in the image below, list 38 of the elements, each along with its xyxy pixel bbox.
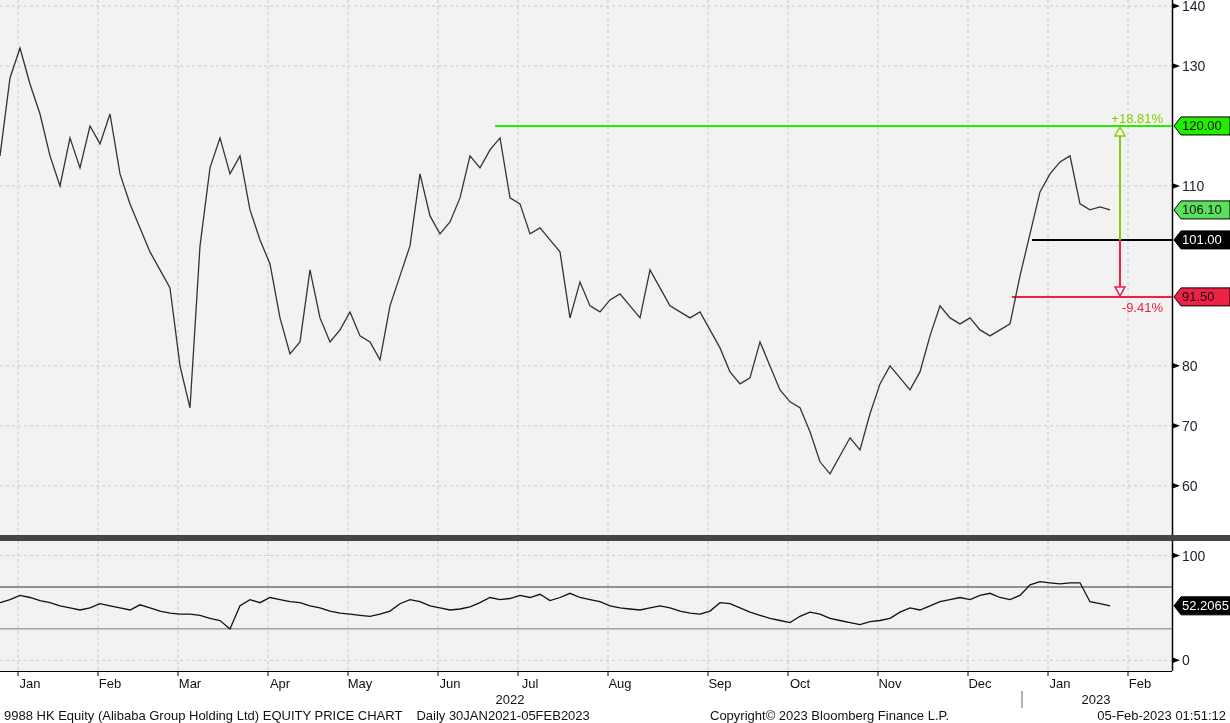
axis-label: 70 (1182, 417, 1198, 434)
timestamp: 05-Feb-2023 01:51:12 (1097, 708, 1226, 723)
month-label: Sep (708, 676, 732, 691)
copyright-text: Copyright© 2023 Bloomberg Finance L.P. (710, 708, 951, 723)
percent-label: +18.81% (1111, 110, 1163, 126)
chart-title: 9988 HK Equity (Alibaba Group Holding Ltd) EQUITY PRICE CHART (4, 708, 403, 723)
price-tag: 91.50 (1173, 287, 1230, 307)
chart-period: Daily 30JAN2021-05FEB2023 (416, 708, 590, 723)
month-label: May (347, 676, 373, 691)
price-tag: 106.10 (1173, 200, 1230, 220)
month-label: Feb (1128, 676, 1152, 691)
month-label: Apr (269, 676, 291, 691)
axis-label: 100 (1182, 547, 1206, 564)
month-label: Aug (608, 676, 632, 691)
axis-label: 110 (1182, 177, 1205, 194)
month-label: Mar (178, 676, 202, 691)
price-tag: 52.2065 (1173, 596, 1230, 616)
month-label: Oct (789, 676, 811, 691)
month-label: Jul (521, 676, 539, 691)
month-label: Dec (968, 676, 992, 691)
month-label: Jan (1049, 676, 1071, 691)
month-label: Jun (439, 676, 461, 691)
ref-line-label: 120.00 (1182, 118, 1222, 134)
axis-label: 140 (1182, 0, 1206, 14)
month-label: Feb (98, 676, 122, 691)
axis-label: 130 (1182, 58, 1206, 74)
axis-label: 60 (1182, 477, 1198, 494)
percent-label: -9.41% (1121, 299, 1163, 315)
ref-line-label: 91.50 (1182, 289, 1215, 305)
axis-label: 0 (1182, 652, 1190, 669)
price-tag: 101.00 (1173, 230, 1230, 250)
month-label: Jan (19, 676, 41, 691)
month-label: Nov (878, 676, 902, 691)
ref-line-label: 101.00 (1182, 232, 1222, 248)
axis-label: 80 (1182, 357, 1198, 374)
price-tag: 120.00 (1173, 116, 1230, 136)
year-label: 2022 (495, 692, 525, 707)
year-label: 2023 (1081, 692, 1111, 707)
